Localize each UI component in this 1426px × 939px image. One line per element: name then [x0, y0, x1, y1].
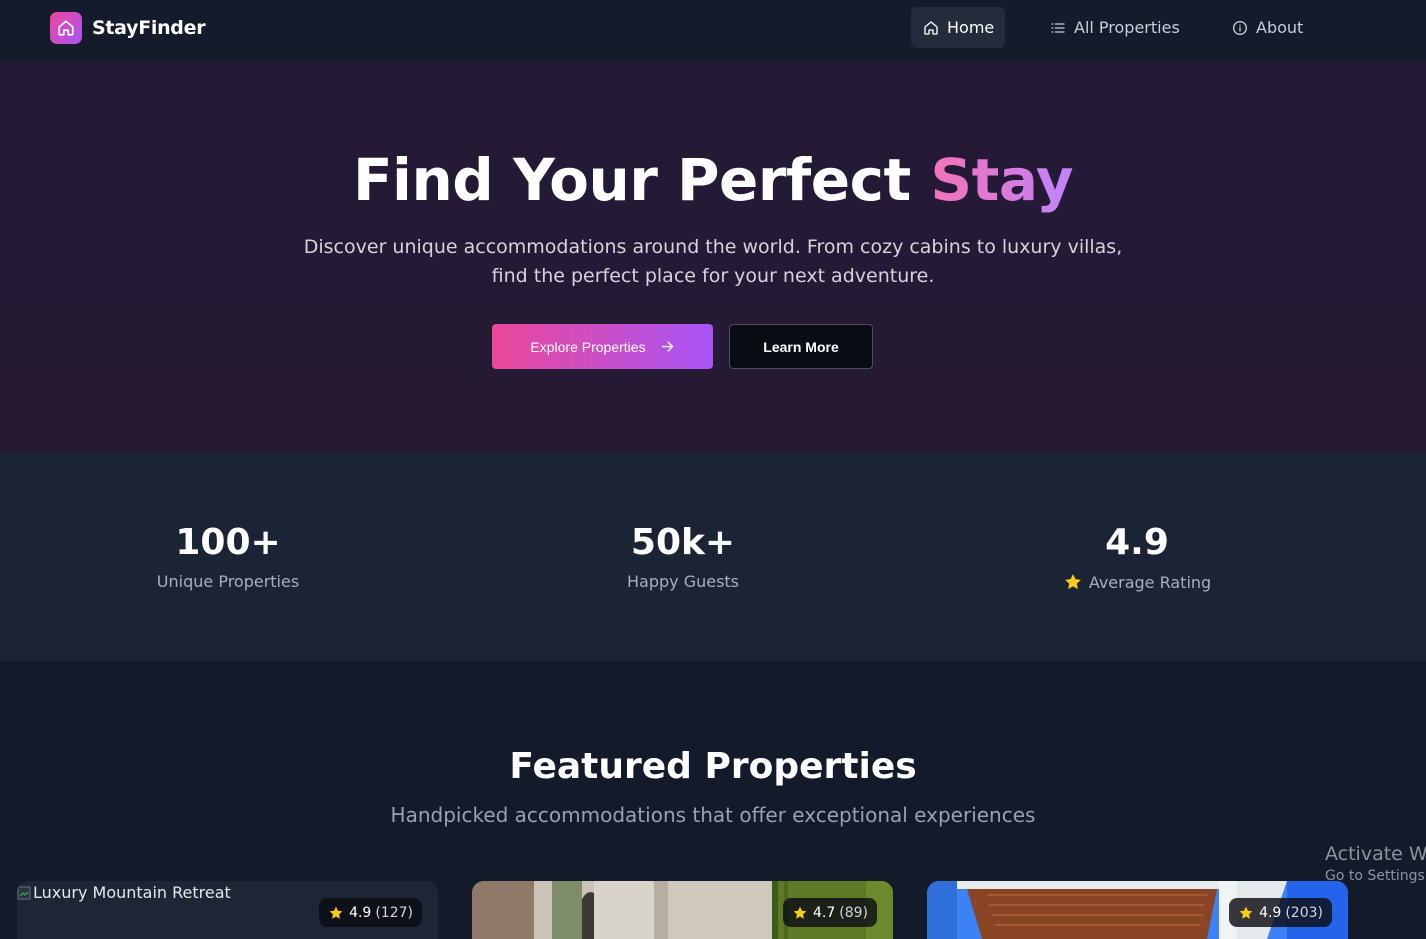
rating-value: 4.9 [349, 904, 372, 921]
activation-watermark: Activate Wi Go to Settings t [1325, 843, 1426, 887]
nav-all-properties[interactable]: All Properties [1040, 7, 1190, 48]
watermark-line1: Activate Wi [1325, 843, 1426, 865]
broken-image-icon [17, 885, 31, 901]
home-logo-icon [50, 12, 82, 44]
nav-all-properties-label: All Properties [1074, 18, 1180, 37]
hero-title-accent: Stay [930, 146, 1074, 214]
property-image-alt: Luxury Mountain Retreat [33, 883, 231, 902]
star-icon [1063, 572, 1083, 592]
hero-title: Find Your Perfect Stay [0, 144, 1426, 216]
info-icon [1232, 20, 1248, 36]
review-count: (89) [839, 904, 868, 921]
property-image: Luxury Mountain Retreat [17, 883, 231, 902]
home-icon [923, 20, 939, 36]
stat-label: Unique Properties [78, 572, 378, 591]
star-icon [1238, 905, 1254, 921]
featured-title: Featured Properties [509, 746, 917, 787]
featured-section: Featured Properties Handpicked accommoda… [0, 661, 1426, 939]
hero-section: Find Your Perfect Stay Discover unique a… [0, 62, 1426, 452]
hero-title-main: Find Your Perfect [352, 146, 931, 214]
stat-label: Average Rating [987, 572, 1287, 592]
top-navbar: StayFinder Home All Properties About [0, 0, 1426, 61]
watermark-line2: Go to Settings t [1325, 868, 1426, 884]
arrow-right-icon [660, 339, 675, 354]
star-icon [328, 905, 344, 921]
explore-properties-label: Explore Properties [530, 338, 646, 355]
rating-badge: 4.9 (127) [319, 898, 422, 927]
hero-subtitle: Discover unique accommodations around th… [263, 233, 1163, 291]
stat-average-rating: 4.9 Average Rating [987, 520, 1287, 592]
property-card[interactable]: 4.9 (203) [927, 881, 1348, 939]
rating-value: 4.9 [1259, 904, 1282, 921]
list-icon [1050, 20, 1066, 36]
nav-home[interactable]: Home [911, 7, 1005, 48]
review-count: (203) [1285, 904, 1323, 921]
hero-subtitle-line1: Discover unique accommodations around th… [303, 236, 1123, 258]
stat-value: 4.9 [1105, 522, 1169, 563]
hero-subtitle-line2: find the perfect place for your next adv… [491, 265, 935, 287]
nav-about-label: About [1256, 18, 1304, 37]
stat-label-text: Happy Guests [626, 572, 740, 591]
learn-more-button[interactable]: Learn More [729, 324, 873, 369]
rating-value: 4.7 [812, 904, 836, 921]
review-count: (127) [375, 904, 413, 921]
brand[interactable]: StayFinder [50, 12, 206, 44]
featured-subtitle: Handpicked accommodations that offer exc… [390, 803, 1036, 827]
stat-value: 50k+ [630, 522, 736, 563]
stat-value: 100+ [175, 522, 281, 563]
stat-label-text: Unique Properties [156, 572, 300, 591]
property-card[interactable]: 4.7 (89) [472, 881, 893, 939]
explore-properties-button[interactable]: Explore Properties [492, 324, 713, 369]
rating-badge: 4.7 (89) [782, 898, 877, 927]
nav-about[interactable]: About [1222, 7, 1318, 48]
stat-label-text: Average Rating [1088, 572, 1212, 592]
stat-unique-properties: 100+ Unique Properties [78, 520, 378, 591]
property-card[interactable]: Luxury Mountain Retreat 4.9 (127) [17, 881, 438, 939]
star-icon [792, 905, 808, 921]
stat-happy-guests: 50k+ Happy Guests [533, 520, 833, 591]
brand-name: StayFinder [92, 17, 206, 39]
stat-label: Happy Guests [533, 572, 833, 591]
rating-badge: 4.9 (203) [1229, 898, 1332, 927]
nav-home-label: Home [947, 18, 995, 37]
stats-section: 100+ Unique Properties 50k+ Happy Guests… [0, 452, 1426, 661]
